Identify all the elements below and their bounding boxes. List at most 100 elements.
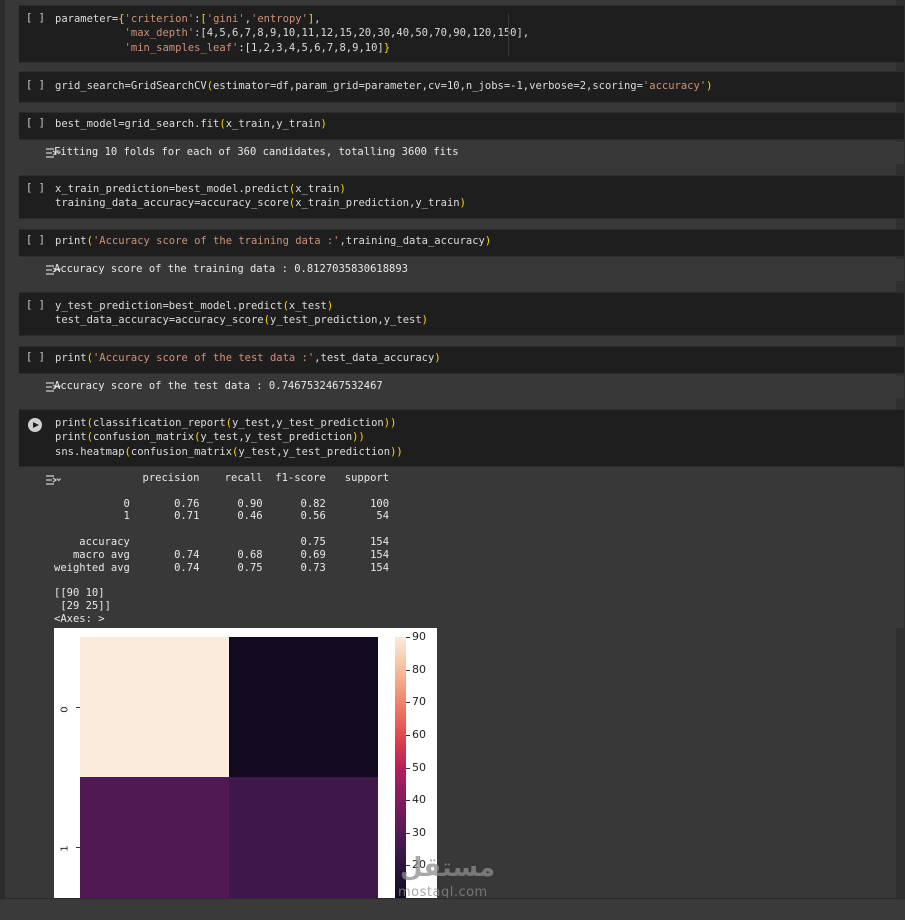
code-editor[interactable]: y_test_prediction=best_model.predict(x_t… — [55, 299, 428, 328]
code-token: y_test,y_test_prediction — [200, 431, 353, 444]
colorbar-tick — [406, 800, 410, 802]
code-line: test_data_accuracy=accuracy_score(y_test… — [55, 313, 428, 327]
code-token: ) — [484, 235, 492, 247]
code-line: training_data_accuracy=accuracy_score(x_… — [55, 196, 466, 210]
left-rail — [0, 0, 5, 898]
colorbar-tick — [406, 734, 410, 736]
code-token: y_test_prediction=best_model.predict — [55, 300, 283, 312]
code-editor[interactable]: best_model=grid_search.fit(x_train,y_tra… — [55, 117, 327, 131]
code-token: 'gini' — [206, 13, 245, 25]
output-train-accuracy: Accuracy score of the training data : 0.… — [19, 259, 904, 281]
watermark-arabic: مستقل — [400, 853, 496, 883]
code-token: ) — [434, 352, 441, 364]
code-line: print('Accuracy score of the training da… — [55, 234, 491, 248]
run-cell-button[interactable]: [ ] — [26, 12, 45, 24]
code-token: sns.heatmap — [55, 445, 125, 458]
colorbar-tick — [406, 669, 410, 671]
code-token: 'Accuracy score of the training data :' — [92, 235, 340, 247]
colorbar-tick-label: 60 — [412, 727, 426, 741]
code-token: :[1,2,3,4,5,6,7,8,9,10] — [238, 41, 384, 54]
code-cell[interactable]: [ ] x_train_prediction=best_model.predict… — [19, 175, 904, 219]
code-token: print — [55, 235, 87, 247]
code-token: x_train,y_train — [225, 118, 321, 130]
code-cell[interactable]: [ ] best_model=grid_search.fit(x_train,y_… — [19, 112, 904, 140]
code-editor[interactable]: x_train_prediction=best_model.predict(x_… — [55, 182, 466, 211]
colorbar-tick-label: 80 — [412, 662, 426, 676]
code-line: print(confusion_matrix(y_test,y_test_pre… — [55, 430, 403, 444]
code-editor[interactable]: print('Accuracy score of the test data :… — [55, 351, 441, 365]
code-token: training_data_accuracy=accuracy_score — [55, 197, 289, 210]
y-tick-label-0: 0 — [59, 706, 71, 713]
code-token: , — [314, 13, 321, 25]
colorbar-tick-label: 70 — [412, 695, 426, 709]
code-cell[interactable]: [ ] grid_search=GridSearchCV(estimator=df… — [19, 71, 904, 103]
colorbar-tick-label: 90 — [412, 630, 426, 643]
code-token: 'max_depth' — [124, 27, 195, 40]
code-token: ) — [339, 183, 346, 195]
code-token: confusion_matrix — [92, 431, 195, 444]
code-line: print('Accuracy score of the test data :… — [55, 351, 441, 365]
output-text: Fitting 10 folds for each of 360 candida… — [54, 146, 459, 158]
y-tick-mark — [76, 847, 80, 848]
code-token: y_test_prediction,y_test — [269, 314, 422, 327]
code-token: grid_search=GridSearchCV — [55, 80, 207, 92]
code-token: x_train — [295, 183, 340, 195]
code-token: parameter= — [55, 13, 119, 25]
code-line: parameter={'criterion':['gini','entropy'… — [55, 12, 529, 26]
code-token: best_model=grid_search.fit — [55, 118, 220, 130]
code-editor[interactable]: parameter={'criterion':['gini','entropy'… — [55, 12, 529, 55]
code-token: :[4,5,6,7,8,9,10,11,12,15,20,30,40,50,70… — [194, 27, 530, 40]
run-cell-button[interactable]: [ ] — [26, 182, 45, 194]
code-line: 'min_samples_leaf':[1,2,3,4,5,6,7,8,9,10… — [55, 41, 529, 55]
run-cell-button[interactable]: [ ] — [26, 79, 45, 91]
code-cell[interactable]: [ ] y_test_prediction=best_model.predict(… — [19, 292, 904, 336]
confusion-matrix-heatmap: 0 1 90 80 70 60 50 40 30 20 — [54, 628, 437, 898]
output-fit: Fitting 10 folds for each of 360 candida… — [19, 142, 904, 164]
run-cell-button[interactable]: [ ] — [26, 351, 45, 363]
run-cell-button[interactable]: [ ] — [26, 299, 45, 311]
code-token: print — [55, 431, 87, 444]
code-editor[interactable]: print(classification_report(y_test,y_tes… — [55, 416, 403, 459]
code-editor[interactable]: print('Accuracy score of the training da… — [55, 234, 491, 248]
heatmap-cell-0-0 — [80, 637, 229, 777]
code-token: ) — [459, 197, 466, 210]
code-token: ) — [706, 80, 713, 92]
heatmap-cell-1-1 — [229, 777, 378, 898]
colorbar-tick-label: 50 — [412, 760, 426, 774]
run-cell-button[interactable] — [28, 418, 42, 432]
code-token: )) — [390, 445, 403, 458]
code-token: ,test_data_accuracy — [314, 352, 435, 364]
code-token: ) — [320, 118, 327, 130]
code-token: 'accuracy' — [642, 80, 707, 92]
code-line: 'max_depth':[4,5,6,7,8,9,10,11,12,15,20,… — [55, 26, 530, 40]
code-cell[interactable]: [ ] parameter={'criterion':['gini','entro… — [19, 5, 904, 63]
code-token: )) — [352, 431, 365, 444]
code-token: ) — [326, 300, 334, 312]
run-cell-button[interactable]: [ ] — [26, 117, 45, 129]
code-line: y_test_prediction=best_model.predict(x_t… — [55, 299, 428, 313]
code-cell[interactable]: [ ] print('Accuracy score of the training… — [19, 229, 904, 257]
code-cell[interactable]: print(classification_report(y_test,y_tes… — [19, 409, 904, 467]
code-token: x_test — [288, 300, 327, 312]
code-token: 'Accuracy score of the test data :' — [92, 352, 315, 364]
classification-report: precision recall f1-score support 0 0.76… — [54, 472, 390, 625]
code-line: x_train_prediction=best_model.predict(x_… — [55, 182, 466, 196]
y-tick-mark — [76, 707, 80, 708]
code-token: classification_report — [92, 417, 226, 429]
code-token: )) — [383, 417, 397, 429]
code-line: best_model=grid_search.fit(x_train,y_tra… — [55, 117, 327, 131]
code-token: print — [55, 352, 87, 364]
code-editor[interactable]: grid_search=GridSearchCV(estimator=df,pa… — [55, 79, 712, 93]
output-report: precision recall f1-score support 0 0.76… — [19, 468, 904, 628]
code-token: x_train_prediction=best_model.predict — [55, 183, 289, 195]
bottom-status-bar — [0, 898, 905, 920]
code-token: estimator=df,param_grid=parameter,cv=10,… — [213, 80, 643, 92]
output-text: Accuracy score of the test data : 0.7467… — [54, 380, 383, 392]
mostaql-watermark: مستقل mostaql.com — [398, 853, 513, 900]
code-cell[interactable]: [ ] print('Accuracy score of the test dat… — [19, 346, 904, 374]
code-token: test_data_accuracy=accuracy_score — [55, 314, 264, 327]
run-cell-button[interactable]: [ ] — [26, 234, 45, 246]
code-token: x_train_prediction,y_train — [295, 197, 460, 210]
colorbar-tick — [406, 767, 410, 769]
